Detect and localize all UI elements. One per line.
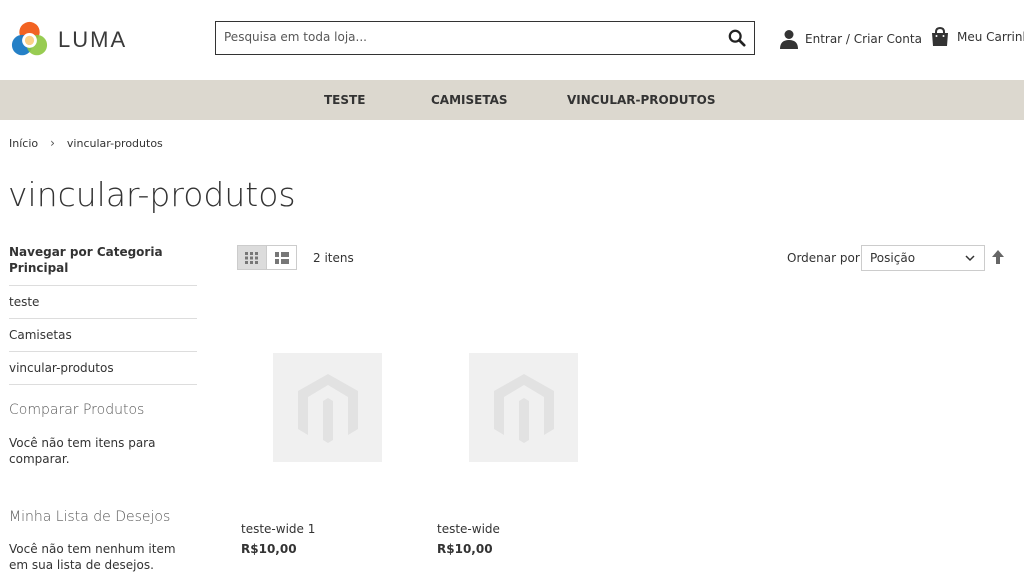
nav-item-camisetas[interactable]: CAMISETAS	[431, 93, 508, 107]
grid-view-button[interactable]	[237, 245, 267, 270]
logo[interactable]: LUMA	[11, 21, 127, 58]
sidebar-item-camisetas[interactable]: Camisetas	[9, 319, 197, 352]
magento-placeholder-icon	[297, 373, 358, 443]
user-icon	[780, 30, 798, 49]
wishlist-heading: Minha Lista de Desejos	[9, 509, 171, 525]
nav-item-vincular-produtos[interactable]: VINCULAR-PRODUTOS	[567, 93, 715, 107]
product-price: R$10,00	[437, 542, 493, 556]
search-input[interactable]	[216, 22, 712, 52]
luma-logo-icon	[11, 21, 48, 56]
product-image-placeholder[interactable]	[469, 353, 578, 462]
breadcrumb-separator: ›	[50, 136, 55, 150]
header: LUMA Entrar / Criar Conta Meu Carrinho	[0, 0, 1024, 80]
breadcrumb-current: vincular-produtos	[66, 136, 163, 150]
sort-direction-arrow-icon[interactable]	[992, 250, 1004, 264]
chevron-down-icon	[965, 255, 975, 262]
product-name[interactable]: teste-wide 1	[241, 522, 315, 536]
magento-placeholder-icon	[493, 373, 554, 443]
item-count: 2 itens	[313, 251, 354, 265]
search-icon[interactable]	[728, 29, 746, 47]
sort-select[interactable]: Posição	[861, 245, 985, 271]
shopping-bag-icon	[932, 27, 948, 46]
breadcrumb: Início › vincular-produtos	[9, 136, 163, 150]
breadcrumb-home[interactable]: Início	[9, 137, 38, 150]
sort-selected-value: Posição	[870, 251, 916, 265]
nav-item-teste[interactable]: TESTE	[324, 93, 365, 107]
view-mode-switcher	[237, 245, 297, 270]
sidebar-item-vincular-produtos[interactable]: vincular-produtos	[9, 352, 197, 385]
list-icon	[274, 251, 289, 264]
product-image-placeholder[interactable]	[273, 353, 382, 462]
category-heading: Navegar por Categoria Principal	[9, 244, 197, 286]
product-item[interactable]	[469, 353, 578, 462]
product-item[interactable]	[273, 353, 382, 462]
account-label: Entrar / Criar Conta	[805, 32, 922, 46]
cart-label: Meu Carrinho	[957, 30, 1024, 44]
wishlist-note: Você não tem nenhum item em sua lista de…	[9, 542, 176, 572]
search-box	[215, 21, 755, 55]
compare-note: Você não tem itens para comparar.	[9, 436, 156, 466]
sidebar: Navegar por Categoria Principal teste Ca…	[9, 244, 197, 573]
product-name[interactable]: teste-wide	[437, 522, 500, 536]
list-view-button[interactable]	[267, 245, 297, 270]
logo-text: LUMA	[58, 26, 128, 52]
grid-icon	[245, 251, 258, 264]
page-title: vincular-produtos	[8, 175, 296, 214]
cart-link[interactable]: Meu Carrinho	[931, 27, 1024, 47]
main-navigation: TESTE CAMISETAS VINCULAR-PRODUTOS	[0, 80, 1024, 120]
sidebar-item-teste[interactable]: teste	[9, 286, 197, 319]
compare-heading: Comparar Produtos	[9, 402, 145, 418]
sort-label: Ordenar por	[787, 251, 860, 265]
product-price: R$10,00	[241, 542, 297, 556]
account-link[interactable]: Entrar / Criar Conta	[780, 29, 922, 49]
